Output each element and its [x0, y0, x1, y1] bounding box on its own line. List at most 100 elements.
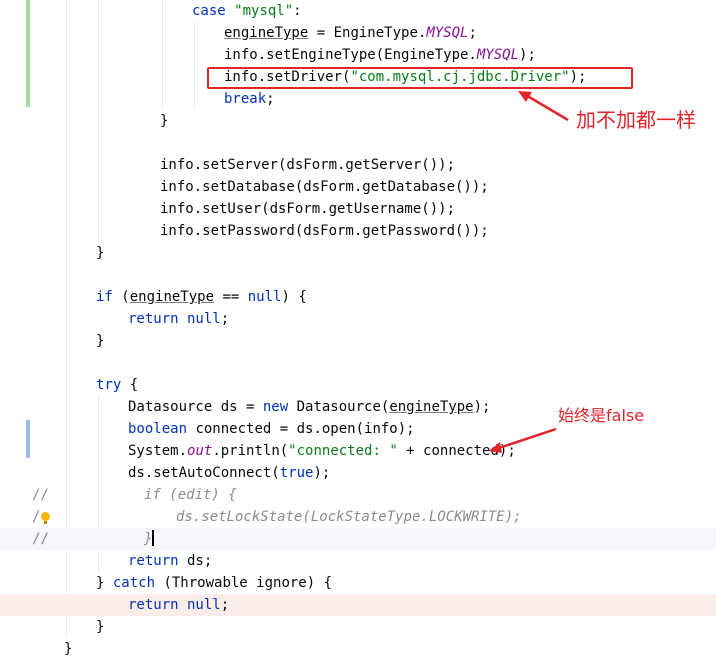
- code-line[interactable]: info.setDatabase(dsForm.getDatabase());: [0, 176, 716, 198]
- highlight-box: [207, 67, 633, 89]
- code-token: connected = ds.open(info);: [187, 421, 415, 437]
- code-text: }: [96, 242, 104, 264]
- code-token: ==: [214, 289, 248, 305]
- code-text: return ds;: [128, 550, 212, 572]
- annotation-connected-note: 始终是false: [558, 406, 645, 425]
- code-token: return: [128, 553, 179, 569]
- code-token: }: [160, 113, 169, 129]
- code-token: engineType: [129, 289, 215, 305]
- code-text: boolean connected = ds.open(info);: [128, 418, 415, 440]
- code-line[interactable]: info.setUser(dsForm.getUsername());: [0, 198, 716, 220]
- code-token: boolean: [128, 421, 188, 437]
- code-token: if (edit) {: [144, 487, 237, 503]
- code-token: return null: [128, 311, 221, 327]
- code-line[interactable]: } catch (Throwable ignore) {: [0, 572, 716, 594]
- code-line[interactable]: [0, 132, 716, 154]
- code-line[interactable]: System.out.println("connected: " + conne…: [0, 440, 716, 462]
- code-token: info.setUser(dsForm.getUsername());: [160, 201, 456, 217]
- code-token: ;: [220, 311, 230, 327]
- code-line[interactable]: / ds.setLockState(LockStateType.LOCKWRITE…: [0, 506, 716, 528]
- code-token: ;: [266, 91, 275, 107]
- code-token: :: [293, 3, 302, 19]
- code-line[interactable]: ds.setAutoConnect(true);: [0, 462, 716, 484]
- code-token: if: [96, 289, 122, 305]
- code-text: try {: [96, 374, 138, 396]
- code-text: }: [96, 616, 104, 638]
- code-text: Datasource ds = new Datasource(engineTyp…: [128, 396, 490, 418]
- code-token: info.setEngineType(EngineType.: [224, 47, 477, 63]
- code-token: info.setDatabase(dsForm.getDatabase());: [160, 179, 489, 195]
- code-token: out: [187, 443, 213, 459]
- code-token: ) {: [281, 289, 307, 305]
- code-token: System.: [128, 443, 188, 459]
- lightbulb-icon[interactable]: [41, 512, 50, 524]
- code-token: ;: [220, 597, 230, 613]
- code-token: (Throwable ignore) {: [155, 575, 333, 591]
- code-token: }: [96, 245, 105, 261]
- code-line[interactable]: try {: [0, 374, 716, 396]
- gutter-comment-marker: /: [32, 509, 41, 525]
- code-token: }: [96, 333, 105, 349]
- code-token: case: [192, 3, 235, 19]
- code-token: }: [96, 619, 105, 635]
- code-text: break;: [224, 88, 275, 110]
- code-text: return null;: [128, 594, 229, 616]
- code-text: if (edit) {: [144, 484, 237, 506]
- code-token: Datasource(: [288, 399, 390, 415]
- code-text: engineType = EngineType.MYSQL;: [224, 22, 477, 44]
- code-line[interactable]: }: [0, 330, 716, 352]
- code-text: }: [96, 330, 104, 352]
- code-token: "connected: ": [288, 443, 398, 459]
- code-line[interactable]: if (engineType == null) {: [0, 286, 716, 308]
- code-line[interactable]: info.setServer(dsForm.getServer());: [0, 154, 716, 176]
- annotation-driver-note: 加不加都一样: [576, 108, 696, 132]
- code-text: info.setEngineType(EngineType.MYSQL);: [224, 44, 536, 66]
- code-token: .println(: [212, 443, 289, 459]
- code-text: ds.setLockState(LockStateType.LOCKWRITE)…: [176, 506, 522, 528]
- code-text: } catch (Throwable ignore) {: [96, 572, 332, 594]
- code-token: break: [224, 91, 267, 107]
- code-text: info.setDatabase(dsForm.getDatabase());: [160, 176, 489, 198]
- code-token: ;: [468, 25, 477, 41]
- code-token: ds.setLockState(LockStateType.LOCKWRITE)…: [176, 509, 522, 525]
- code-token: Datasource ds =: [128, 399, 263, 415]
- code-token: info.setServer(dsForm.getServer());: [160, 157, 456, 173]
- code-line[interactable]: [0, 352, 716, 374]
- code-token: engineType: [224, 25, 309, 41]
- code-token: }: [64, 641, 73, 657]
- code-text: info.setUser(dsForm.getUsername());: [160, 198, 455, 220]
- code-text: case "mysql":: [192, 0, 302, 22]
- code-token: new: [262, 399, 289, 415]
- code-line[interactable]: case "mysql":: [0, 0, 716, 22]
- code-text: info.setServer(dsForm.getServer());: [160, 154, 455, 176]
- code-token: engineType: [389, 399, 474, 415]
- code-line[interactable]: info.setPassword(dsForm.getPassword());: [0, 220, 716, 242]
- code-line[interactable]: [0, 264, 716, 286]
- code-line[interactable]: // if (edit) {: [0, 484, 716, 506]
- code-token: MYSQL: [426, 25, 469, 41]
- code-token: try: [96, 377, 122, 393]
- code-line[interactable]: engineType = EngineType.MYSQL;: [0, 22, 716, 44]
- code-line[interactable]: }: [0, 242, 716, 264]
- code-line[interactable]: return null;: [0, 594, 716, 616]
- code-token: {: [121, 377, 139, 393]
- code-token: }: [96, 575, 113, 591]
- code-line[interactable]: }: [0, 638, 716, 660]
- code-token: }: [144, 531, 153, 547]
- code-token: );: [313, 465, 331, 481]
- code-text: }: [64, 638, 72, 660]
- code-token: null: [247, 289, 282, 305]
- code-line[interactable]: }: [0, 616, 716, 638]
- code-token: ds.setAutoConnect(: [128, 465, 280, 481]
- code-token: );: [473, 399, 491, 415]
- code-line[interactable]: return ds;: [0, 550, 716, 572]
- code-text: return null;: [128, 308, 229, 330]
- code-line[interactable]: info.setEngineType(EngineType.MYSQL);: [0, 44, 716, 66]
- code-token: "mysql": [234, 3, 294, 19]
- code-line[interactable]: return null;: [0, 308, 716, 330]
- code-text: info.setPassword(dsForm.getPassword());: [160, 220, 489, 242]
- code-token: info.setPassword(dsForm.getPassword());: [160, 223, 489, 239]
- code-token: + connected);: [397, 443, 516, 459]
- code-text: ds.setAutoConnect(true);: [128, 462, 330, 484]
- code-line[interactable]: //}: [0, 528, 716, 550]
